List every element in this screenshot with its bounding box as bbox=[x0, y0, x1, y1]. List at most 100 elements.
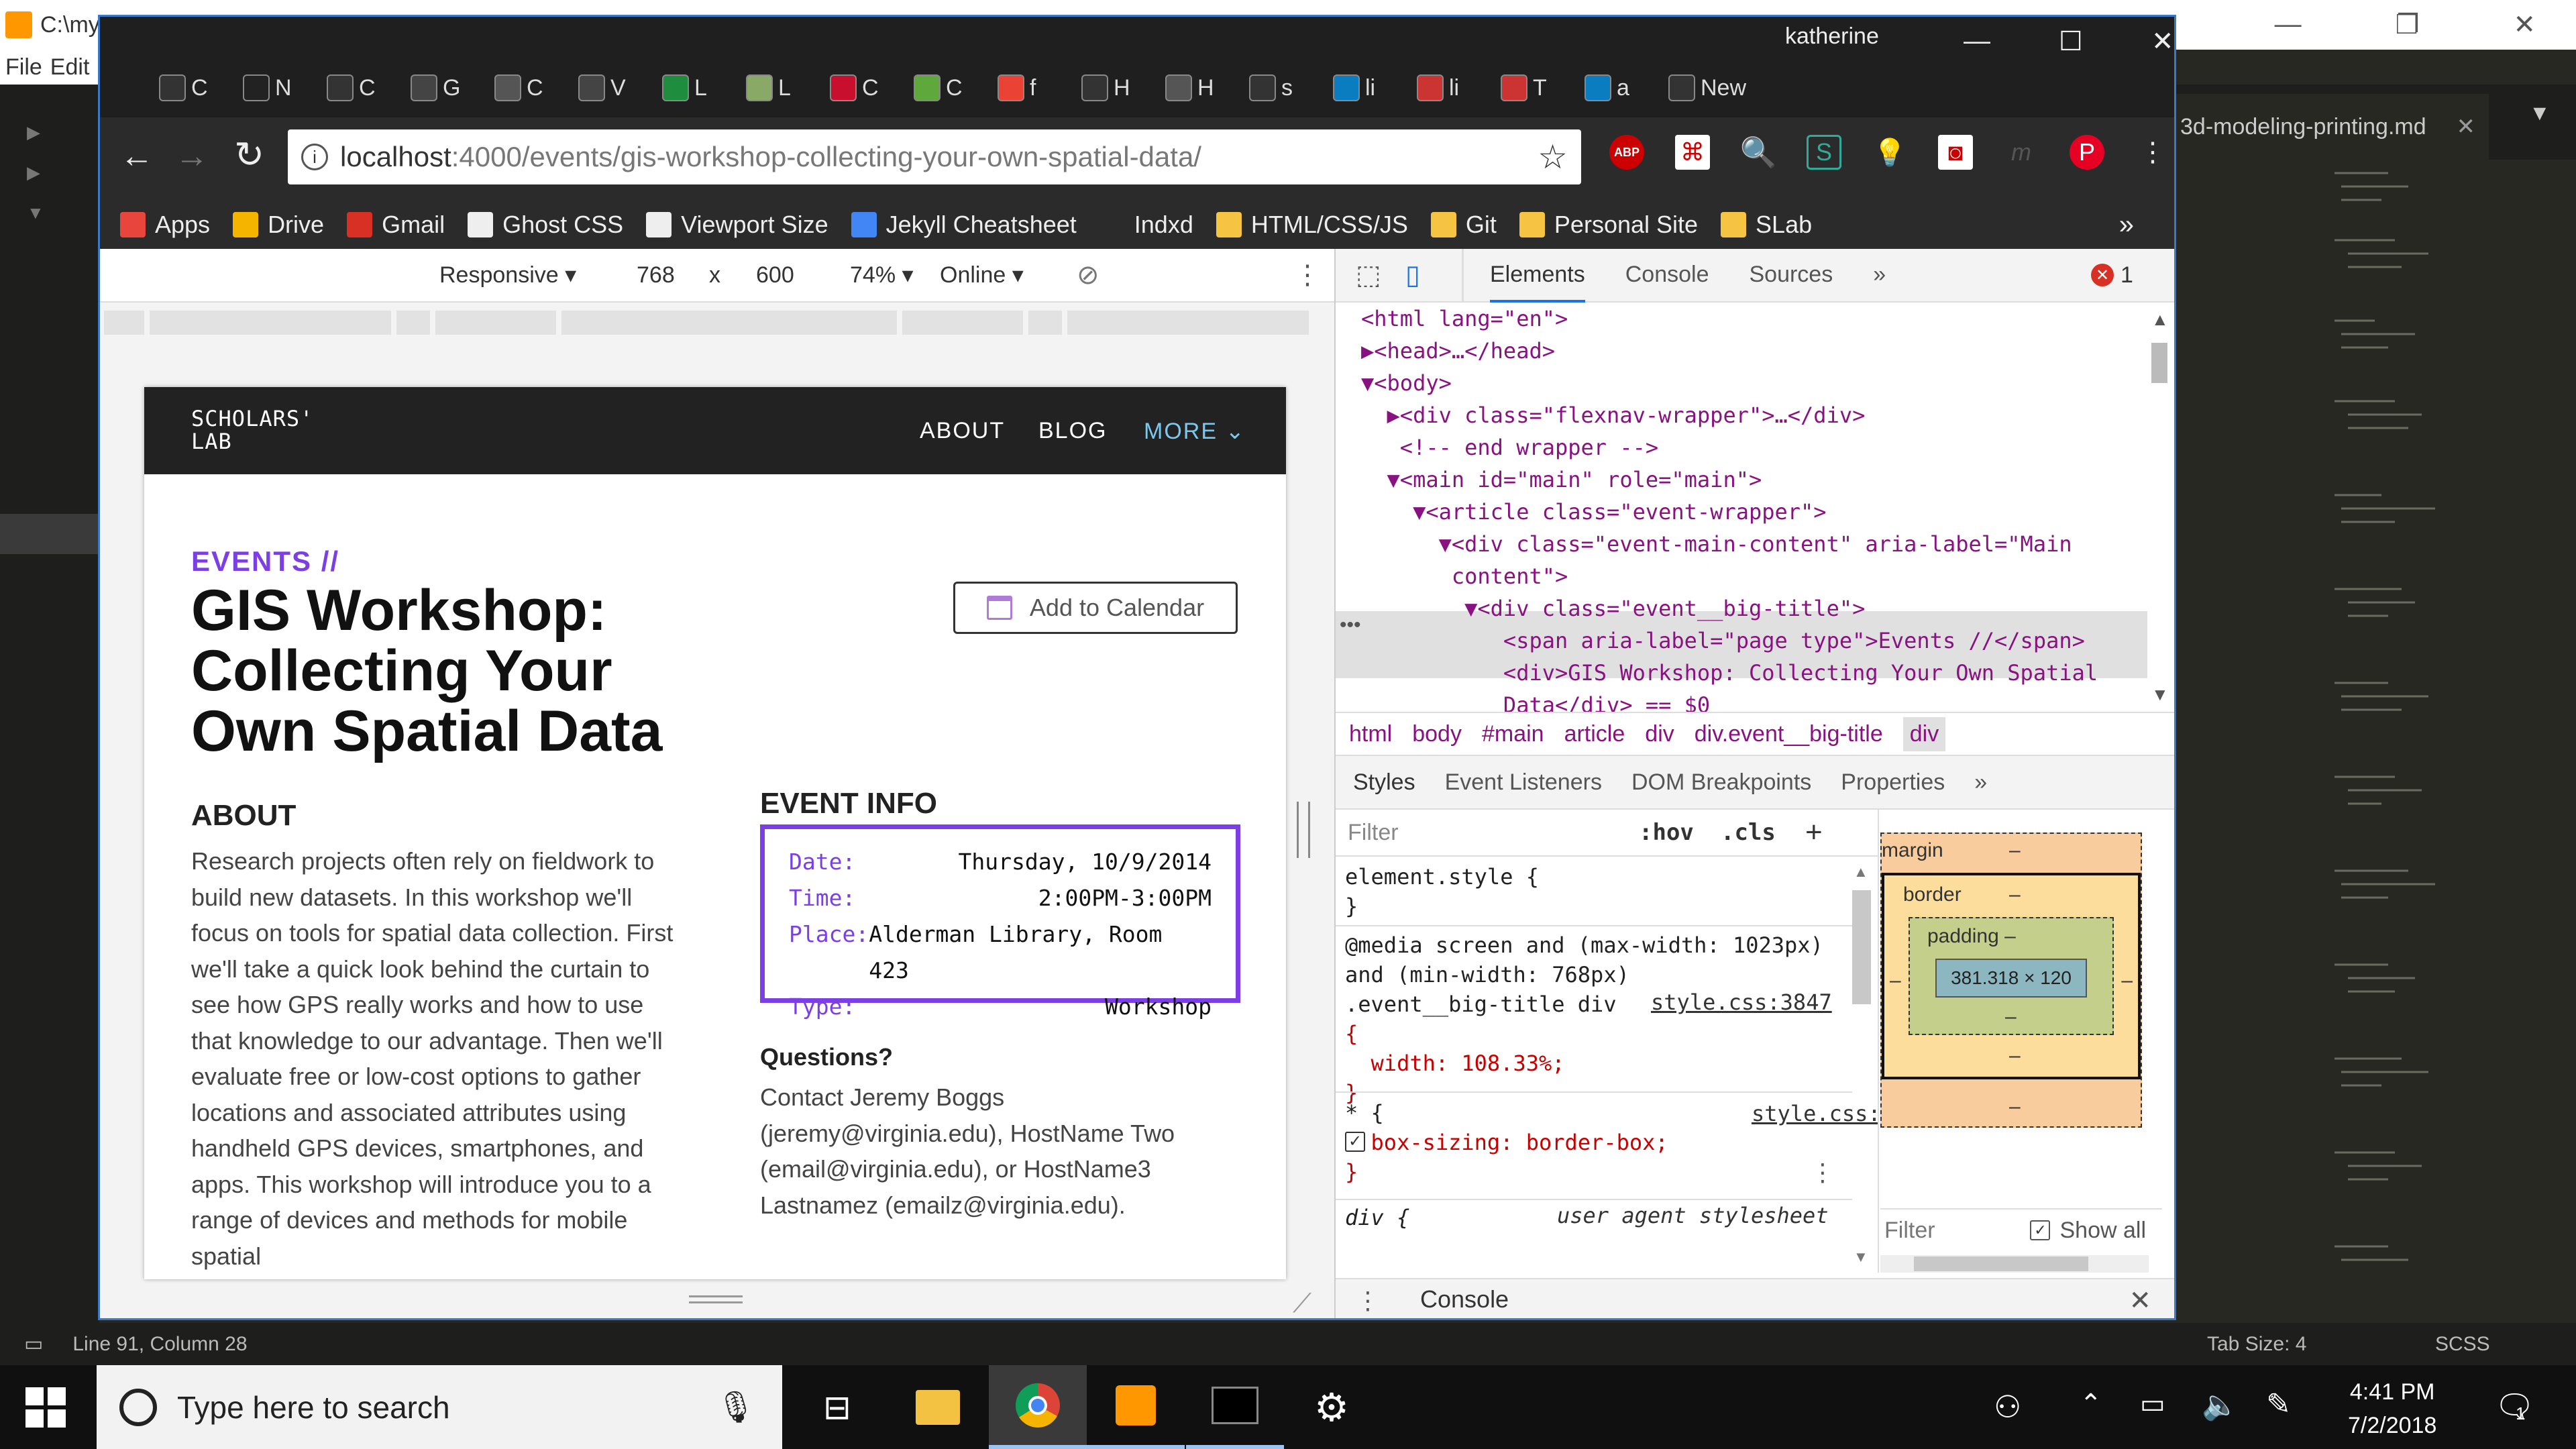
sublime-taskbar-icon[interactable] bbox=[1087, 1365, 1185, 1449]
subtab-dom-breakpoints[interactable]: DOM Breakpoints bbox=[1631, 769, 1811, 796]
browser-tab[interactable]: V bbox=[559, 58, 639, 117]
device-menu-icon[interactable]: ⋮ bbox=[1294, 260, 1321, 290]
restore-icon[interactable]: ❐ bbox=[2396, 9, 2420, 40]
more-tabs[interactable]: » bbox=[1873, 248, 1886, 303]
tab-console[interactable]: Console bbox=[1625, 248, 1709, 303]
syntax[interactable]: SCSS bbox=[2435, 1333, 2490, 1356]
inspect-element-icon[interactable]: ⬚ bbox=[1356, 260, 1381, 290]
dom-node-line[interactable]: <html lang="en"> bbox=[1361, 303, 2098, 335]
subtab-more[interactable]: » bbox=[1974, 769, 1987, 796]
rule-div[interactable]: div { bbox=[1345, 1203, 1409, 1232]
info-icon[interactable]: i bbox=[301, 144, 328, 170]
add-to-calendar-button[interactable]: Add to Calendar bbox=[953, 582, 1238, 634]
subtab-event-listeners[interactable]: Event Listeners bbox=[1445, 769, 1602, 796]
dom-node-line[interactable]: ▼<body> bbox=[1361, 367, 2098, 399]
tab-sources[interactable]: Sources bbox=[1749, 248, 1833, 303]
breadcrumb-item[interactable]: article bbox=[1564, 721, 1625, 747]
rule-media[interactable]: @media screen and (max-width: 1023px) an… bbox=[1345, 930, 1823, 1108]
adblock-icon[interactable]: ABP bbox=[1609, 135, 1644, 170]
bookmark-item[interactable]: HTML/CSS/JS bbox=[1216, 211, 1408, 239]
dom-node-line[interactable]: <span aria-label="page type">Events //</… bbox=[1361, 625, 2098, 657]
close-icon[interactable]: ✕ bbox=[2513, 9, 2536, 40]
styles-filter-input[interactable]: Filter bbox=[1348, 820, 1399, 846]
browser-tab[interactable]: s bbox=[1230, 58, 1309, 117]
microphone-icon[interactable]: 🎙 bbox=[716, 1389, 755, 1426]
folder-arrow-icon[interactable]: ▼ bbox=[27, 203, 44, 223]
show-all-checkbox[interactable]: ✓ bbox=[2030, 1220, 2051, 1240]
inspect-icon[interactable]: 🔍 bbox=[1740, 135, 1777, 170]
zoom-select[interactable]: 74% ▾ bbox=[850, 262, 914, 288]
network-select[interactable]: Online ▾ bbox=[940, 262, 1024, 288]
subtab-properties[interactable]: Properties bbox=[1841, 769, 1945, 796]
styles-scrollbar[interactable]: ▲ ▼ bbox=[1848, 863, 1875, 1266]
app-settings-icon[interactable]: ⚙ bbox=[1283, 1365, 1381, 1449]
bookmarks-overflow[interactable]: » bbox=[2119, 210, 2134, 240]
drawer-menu-icon[interactable]: ⋮ bbox=[1356, 1287, 1380, 1315]
bookmark-item[interactable]: Jekyll Cheatsheet bbox=[851, 211, 1077, 239]
nav-blog[interactable]: BLOG bbox=[1038, 418, 1107, 444]
drawer-console-tab[interactable]: Console bbox=[1413, 1280, 1515, 1318]
dom-node-line[interactable]: ▼<div class="event-main-content" aria-la… bbox=[1361, 528, 2098, 560]
breadcrumb-item[interactable]: body bbox=[1412, 721, 1462, 747]
breadcrumb-item[interactable]: #main bbox=[1482, 721, 1544, 747]
new-rule-button[interactable]: + bbox=[1805, 816, 1823, 849]
browser-tab[interactable]: f bbox=[979, 58, 1058, 117]
nav-about[interactable]: ABOUT bbox=[920, 418, 1005, 444]
tab-close-icon[interactable]: ✕ bbox=[2457, 113, 2476, 140]
address-bar[interactable]: i localhost:4000/events/gis-workshop-col… bbox=[288, 129, 1581, 184]
error-count[interactable]: 1 bbox=[2121, 262, 2133, 288]
device-mode[interactable]: Responsive ▾ bbox=[439, 262, 576, 288]
browser-tab[interactable]: C bbox=[476, 58, 555, 117]
people-icon[interactable]: ⚇ bbox=[1994, 1389, 2021, 1425]
dom-ellipsis-icon[interactable]: ••• bbox=[1340, 614, 1361, 637]
bookmark-item[interactable]: SLab bbox=[1721, 211, 1812, 239]
battery-icon[interactable]: ▭ bbox=[2140, 1389, 2165, 1419]
folder-arrow-icon[interactable]: ▶ bbox=[27, 162, 40, 183]
taskbar-search[interactable]: Type here to search 🎙 bbox=[97, 1365, 782, 1449]
resize-handle-bottom[interactable] bbox=[689, 1295, 743, 1303]
breadcrumb-item[interactable]: div.event__big-title bbox=[1695, 721, 1883, 747]
tab-dropdown-icon[interactable]: ▼ bbox=[2529, 101, 2551, 125]
profile-name[interactable]: katherine bbox=[1785, 23, 1879, 50]
bookmark-item[interactable]: Personal Site bbox=[1519, 211, 1698, 239]
browser-tab[interactable]: L bbox=[727, 58, 806, 117]
box-border[interactable]: border – – – – padding – – 381.318 × 120 bbox=[1882, 873, 2141, 1079]
site-logo[interactable]: SCHOLARS' LAB bbox=[191, 407, 313, 453]
breadcrumb-item[interactable]: div bbox=[1645, 721, 1674, 747]
pen-icon[interactable]: ✎ bbox=[2266, 1387, 2291, 1421]
close-icon[interactable]: ✕ bbox=[2151, 26, 2174, 57]
m-extension-icon[interactable]: m bbox=[2004, 135, 2039, 170]
bookmark-star-icon[interactable]: ☆ bbox=[1538, 138, 1568, 176]
dom-node-line[interactable]: ▶<head>…</head> bbox=[1361, 335, 2098, 367]
computed-scrollbar[interactable] bbox=[1880, 1255, 2149, 1273]
show-hidden-icons[interactable]: ⌃ bbox=[2080, 1389, 2102, 1419]
dom-node-line[interactable]: ▼<article class="event-wrapper"> bbox=[1361, 496, 2098, 528]
media-query-ruler[interactable] bbox=[104, 311, 1332, 335]
browser-tab[interactable]: H bbox=[1063, 58, 1142, 117]
browser-tab[interactable]: H bbox=[1146, 58, 1226, 117]
box-content-size[interactable]: 381.318 × 120 bbox=[1935, 959, 2087, 998]
property-checkbox[interactable]: ✓ bbox=[1345, 1132, 1365, 1152]
bookmark-item[interactable]: Ghost CSS bbox=[468, 211, 623, 239]
drawer-close-icon[interactable]: ✕ bbox=[2129, 1285, 2151, 1316]
pinterest-icon[interactable]: P bbox=[2070, 135, 2104, 170]
browser-tab[interactable]: N bbox=[224, 58, 303, 117]
browser-tab[interactable]: T bbox=[1482, 58, 1561, 117]
forward-icon[interactable]: → bbox=[175, 136, 209, 175]
minimize-icon[interactable]: — bbox=[1964, 26, 1990, 56]
bookmark-item[interactable]: Viewport Size bbox=[646, 211, 828, 239]
rule-element-style[interactable]: element.style { } bbox=[1345, 862, 1539, 921]
dom-scrollbar[interactable]: ▲ ▼ bbox=[2146, 309, 2173, 705]
reload-icon[interactable]: ↻ bbox=[234, 133, 264, 176]
rule-universal[interactable]: * { box-sizing: border-box; } bbox=[1345, 1098, 1668, 1187]
rotate-icon[interactable]: ⊘ bbox=[1077, 260, 1099, 290]
resize-corner-icon[interactable]: ⟋ bbox=[1293, 1289, 1311, 1318]
computed-filter-input[interactable]: Filter bbox=[1884, 1218, 1935, 1244]
dom-node-line[interactable]: <div>GIS Workshop: Collecting Your Own S… bbox=[1361, 657, 2098, 689]
breadcrumb-item[interactable]: html bbox=[1349, 721, 1392, 747]
browser-tab[interactable]: a bbox=[1566, 58, 1645, 117]
browser-tab[interactable]: L bbox=[643, 58, 722, 117]
file-explorer-icon[interactable] bbox=[889, 1365, 987, 1449]
lightbulb-icon[interactable]: 💡 bbox=[1872, 135, 1907, 170]
browser-tab[interactable]: C bbox=[895, 58, 974, 117]
